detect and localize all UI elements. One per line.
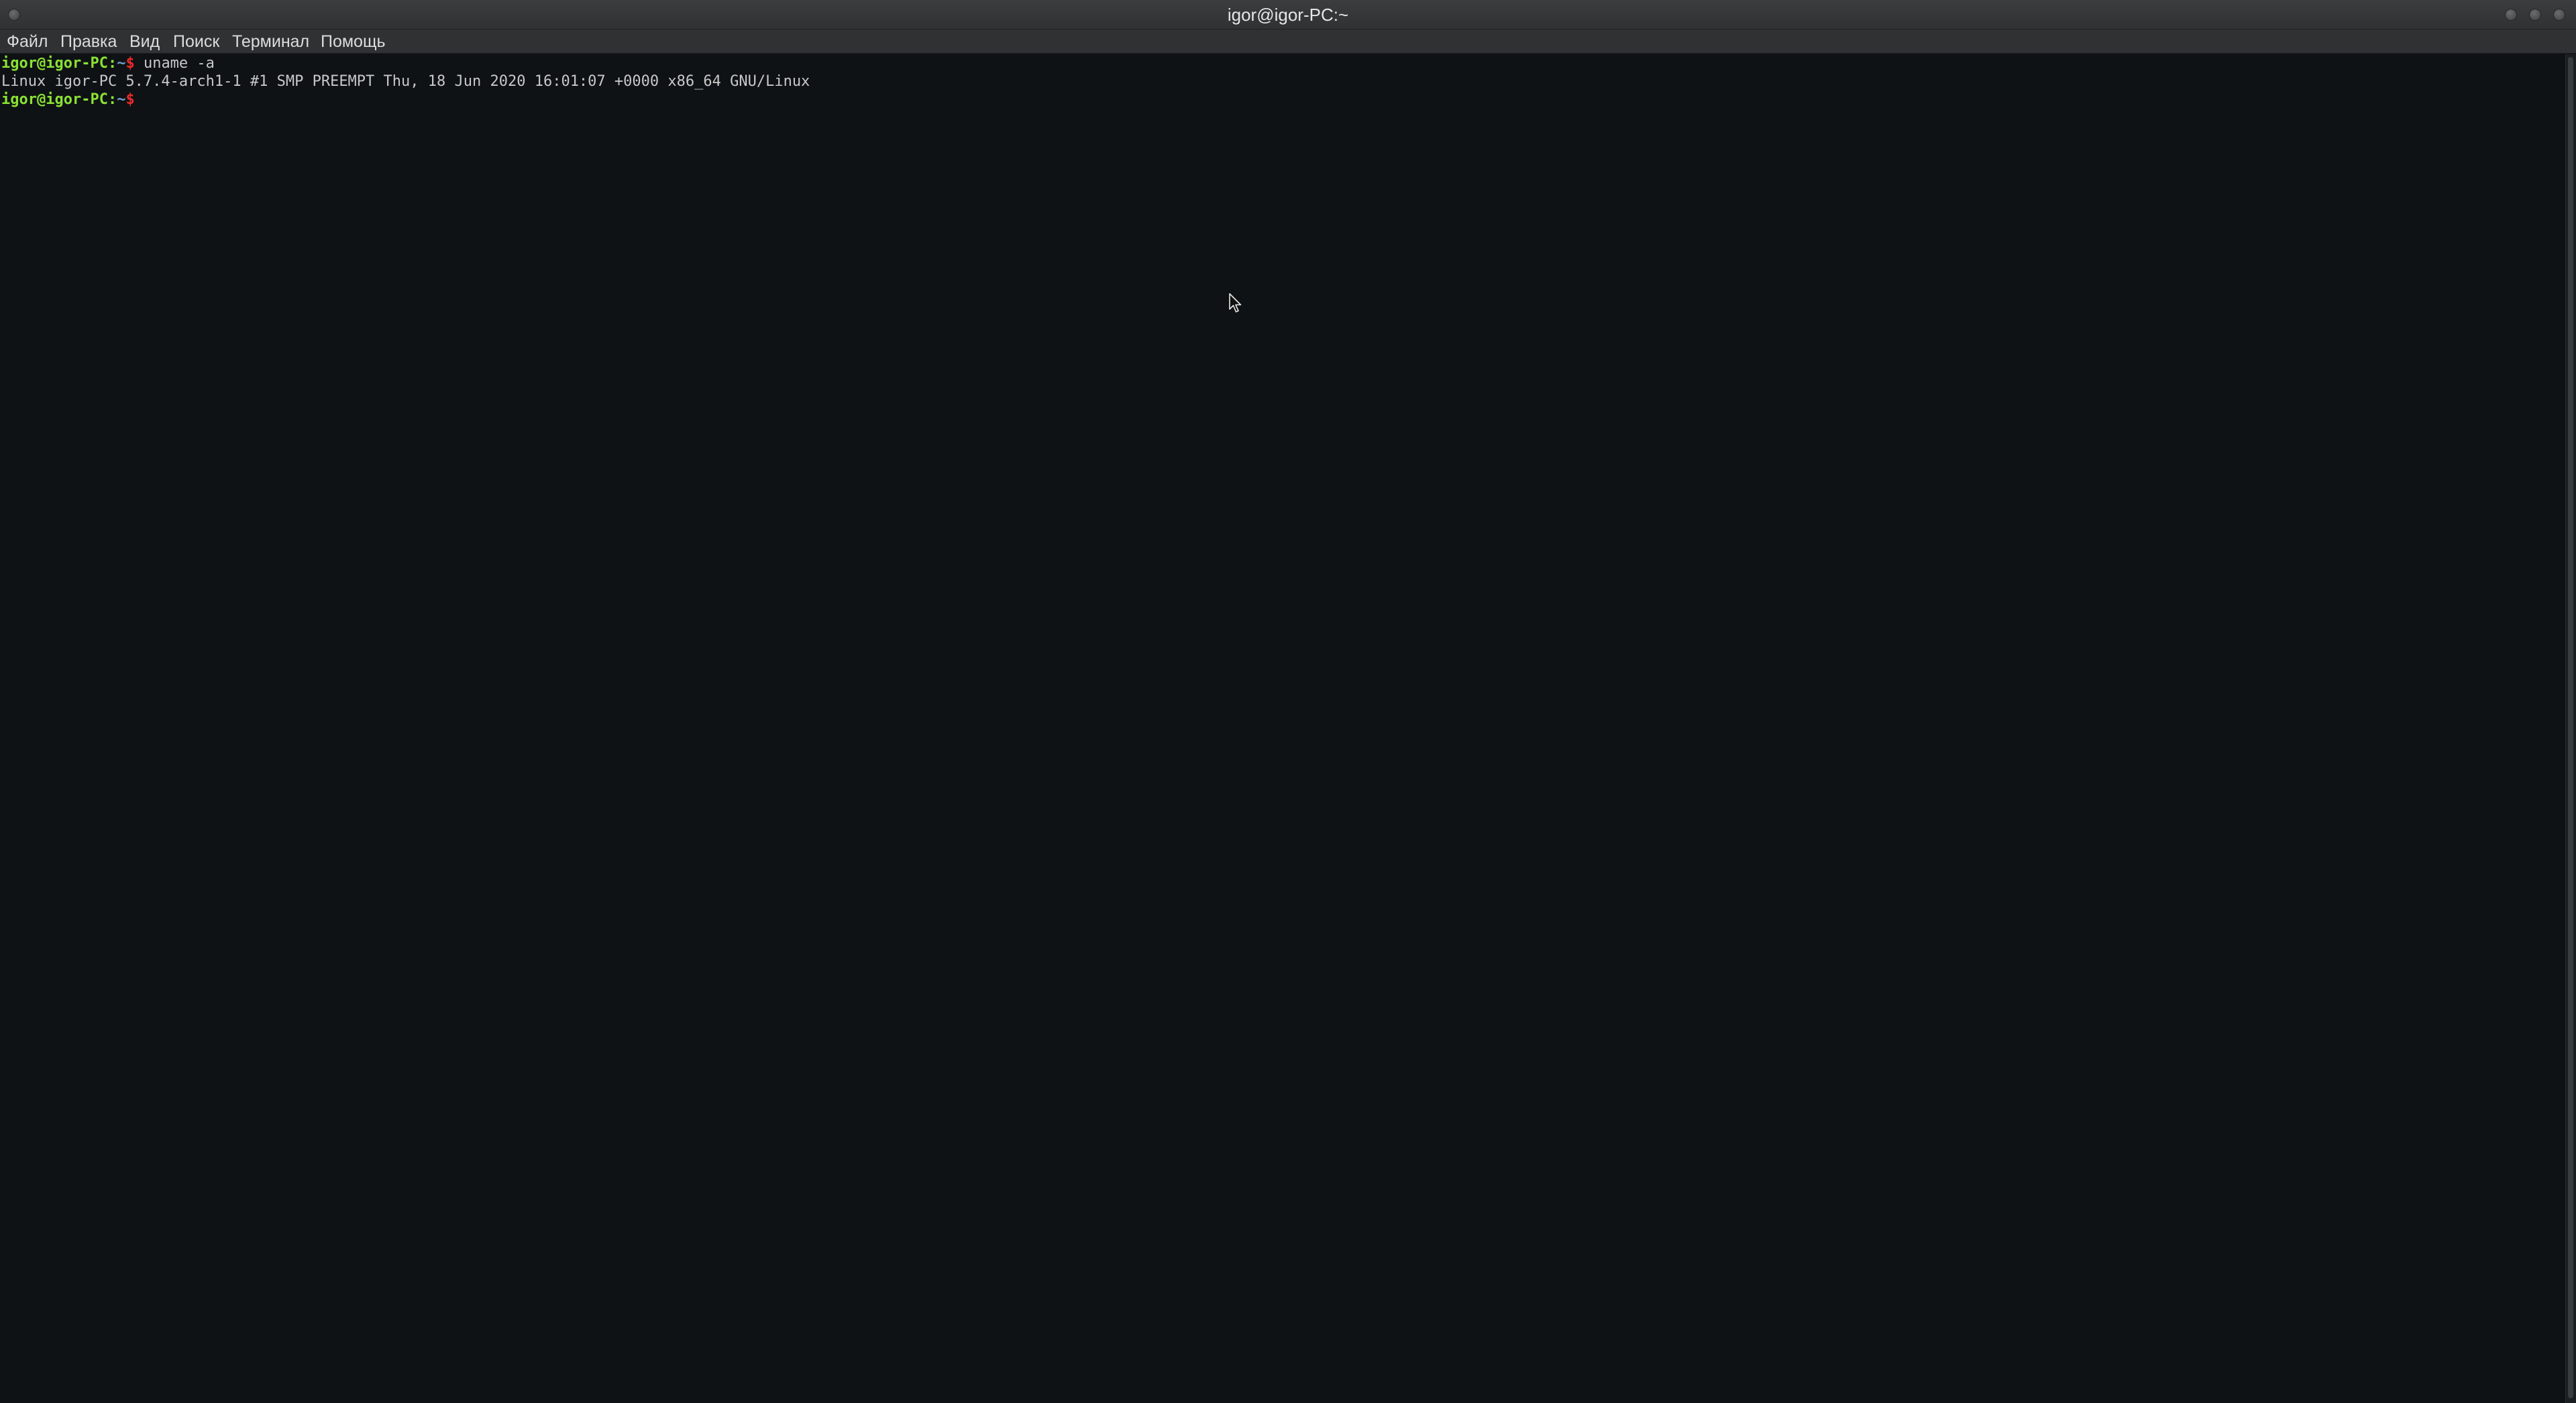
window-title: igor@igor-PC:~ [1227, 5, 1349, 25]
prompt-path: ~ [117, 91, 126, 108]
prompt-separator: : [107, 91, 117, 108]
prompt-symbol: $ [125, 55, 135, 72]
mouse-pointer-icon [1229, 293, 1242, 313]
menu-search[interactable]: Поиск [173, 30, 219, 54]
title-bar[interactable]: igor@igor-PC:~ [0, 0, 2576, 30]
terminal-window: igor@igor-PC:~ Файл Правка Вид Поиск Тер… [0, 0, 2576, 1403]
prompt-separator: : [107, 55, 117, 72]
minimize-icon[interactable] [2505, 9, 2517, 21]
prompt-user-host: igor@igor-PC [1, 91, 108, 108]
terminal-line-command: igor@igor-PC:~$ uname -a [1, 54, 215, 72]
scrollbar-thumb[interactable] [2568, 57, 2573, 1398]
prompt-symbol: $ [125, 91, 135, 108]
menu-view[interactable]: Вид [129, 30, 160, 54]
command-text: uname -a [134, 55, 215, 72]
menu-bar: Файл Правка Вид Поиск Терминал Помощь [0, 30, 2576, 54]
terminal-line-prompt: igor@igor-PC:~$ [1, 91, 135, 109]
menu-terminal[interactable]: Терминал [232, 30, 309, 54]
menu-edit[interactable]: Правка [60, 30, 117, 54]
terminal-line-output: Linux igor-PC 5.7.4-arch1-1 #1 SMP PREEM… [1, 73, 810, 90]
prompt-path: ~ [117, 55, 126, 72]
terminal-output[interactable]: igor@igor-PC:~$ uname -a Linux igor-PC 5… [0, 54, 2565, 1403]
menu-help[interactable]: Помощь [321, 30, 386, 54]
close-icon[interactable] [2553, 9, 2565, 21]
menu-file[interactable]: Файл [7, 30, 48, 54]
prompt-user-host: igor@igor-PC [1, 55, 108, 72]
vertical-scrollbar[interactable] [2565, 54, 2576, 1403]
maximize-icon[interactable] [2529, 9, 2541, 21]
